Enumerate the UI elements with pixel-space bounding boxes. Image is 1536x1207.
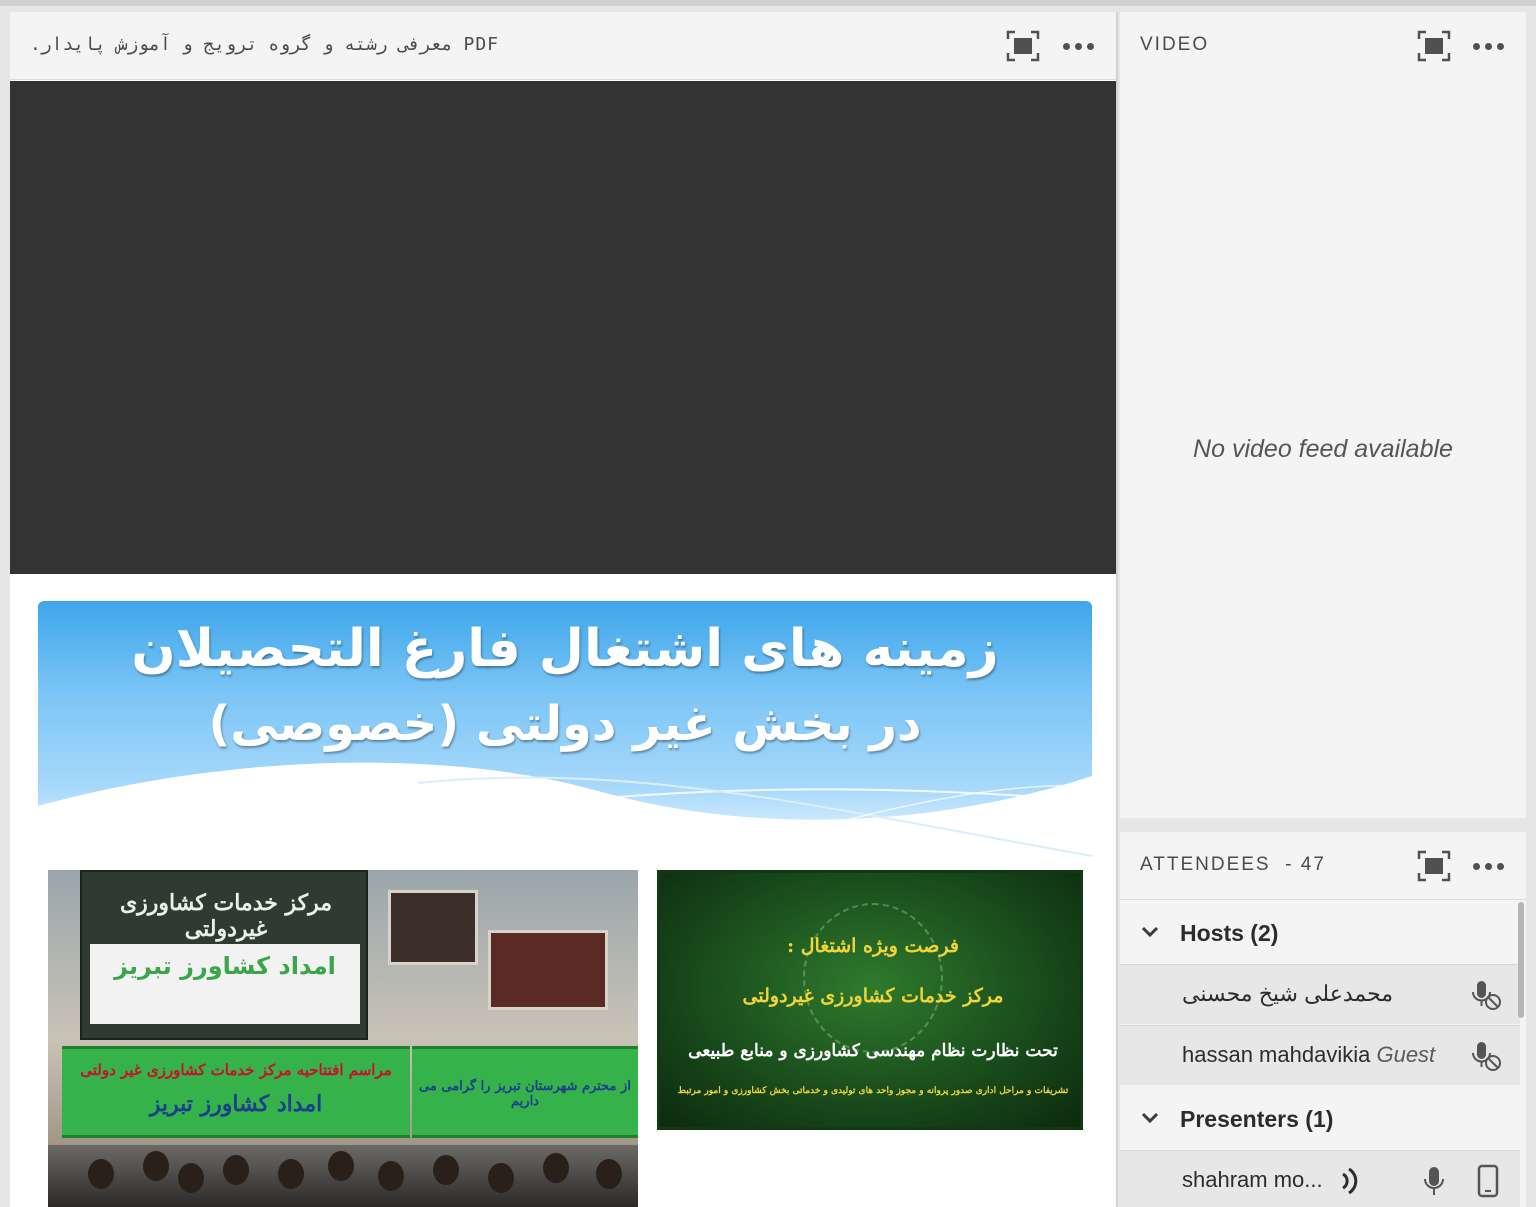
attendee-role: Guest — [1376, 1042, 1436, 1067]
video-fullscreen-button[interactable] — [1414, 26, 1454, 66]
attendee-row[interactable]: shahram mo... — [1120, 1150, 1520, 1207]
window-top-edge — [0, 0, 1536, 6]
building-sign-title: مرکز خدمات کشاورزی غیردولتی — [119, 890, 333, 942]
slide-photo-building: مرکز خدمات کشاورزی غیردولتی امداد کشاورز… — [48, 870, 638, 1207]
attendee-name: hassan mahdavikia Guest — [1182, 1042, 1435, 1068]
video-pod-menu-button[interactable] — [1468, 26, 1508, 66]
attendees-title-label: ATTENDEES — [1140, 854, 1271, 875]
share-pod-menu-button[interactable] — [1058, 26, 1098, 66]
video-pod-title: VIDEO — [1140, 34, 1210, 55]
attendees-pod-menu-button[interactable] — [1468, 846, 1508, 886]
no-video-message: No video feed available — [1193, 435, 1453, 463]
pod-divider[interactable] — [1116, 12, 1118, 1207]
building-sign-panel: امداد کشاورز تبریز — [90, 944, 360, 1024]
attendee-name: محمدعلی شیخ محسنی — [1182, 981, 1394, 1006]
poster-line2: مرکز خدمات کشاورزی غیردولتی — [742, 985, 1004, 1007]
fullscreen-button[interactable] — [1003, 26, 1043, 66]
more-options-icon — [1062, 42, 1094, 50]
speaking-indicator-icon — [1334, 1163, 1370, 1199]
attendees-count: - 47 — [1285, 854, 1326, 875]
share-pod-header: .معرفی رشته و گروه ترویج و آموزش پایدار … — [10, 12, 1116, 80]
attendee-row[interactable]: hassan mahdavikia Guest — [1120, 1025, 1520, 1085]
attendees-pod-header: ATTENDEES - 47 — [1120, 832, 1526, 900]
mic-disabled-icon[interactable] — [1468, 1038, 1504, 1074]
poster-line1: فرصت ویژه اشتغال : — [787, 935, 959, 957]
poster-line3: تحت نظارت نظام مهندسی کشاورزی و منابع طب… — [688, 1041, 1058, 1061]
more-options-icon — [1472, 42, 1504, 50]
fullscreen-icon — [1417, 30, 1451, 62]
attendees-pod: ATTENDEES - 47 Hosts (2) محمدعلی شیخ محس… — [1120, 832, 1526, 1207]
opening-banner: مراسم افتتاحیه مرکز خدمات کشاورزی غیر دو… — [62, 1046, 410, 1138]
chevron-down-icon — [1141, 926, 1159, 938]
building-sign-subtitle: امداد کشاورز تبریز — [114, 952, 336, 980]
fullscreen-icon — [1006, 30, 1040, 62]
group-hosts-header[interactable]: Hosts (2) — [1120, 902, 1520, 964]
crowd — [48, 1145, 638, 1207]
mic-icon[interactable] — [1416, 1163, 1452, 1199]
opening-banner-subtext: امداد کشاورز تبریز — [149, 1091, 323, 1117]
share-pod: .معرفی رشته و گروه ترویج و آموزش پایدار … — [10, 12, 1116, 1207]
slide-title-line2: در بخش غیر دولتی (خصوصی) — [208, 696, 922, 752]
building-window — [388, 890, 478, 965]
share-pod-title: .معرفی رشته و گروه ترویج و آموزش پایدار … — [30, 34, 500, 55]
group-presenters-header[interactable]: Presenters (1) — [1120, 1088, 1520, 1150]
slide-title-banner: زمینه های اشتغال فارغ التحصیلان در بخش غ… — [38, 601, 1092, 869]
welcome-banner-text: از محترم شهرستان تبریز را گرامی می داریم — [419, 1079, 631, 1109]
more-options-icon — [1472, 862, 1504, 870]
opening-banner-text: مراسم افتتاحیه مرکز خدمات کشاورزی غیر دو… — [80, 1061, 392, 1079]
slide-poster-green: فرصت ویژه اشتغال : مرکز خدمات کشاورزی غی… — [657, 870, 1083, 1130]
attendee-name: shahram mo... — [1182, 1167, 1323, 1192]
mic-disabled-icon[interactable] — [1468, 977, 1504, 1013]
fullscreen-icon — [1417, 850, 1451, 882]
attendee-name-text: hassan mahdavikia — [1182, 1042, 1371, 1067]
document-viewer-background — [10, 81, 1116, 574]
mobile-device-icon — [1470, 1163, 1506, 1199]
attendees-fullscreen-button[interactable] — [1414, 846, 1454, 886]
group-presenters-label: Presenters (1) — [1180, 1106, 1334, 1132]
emblem-wreath — [803, 903, 943, 1053]
pdf-slide: زمینه های اشتغال فارغ التحصیلان در بخش غ… — [10, 574, 1116, 1207]
attendees-scrollbar[interactable] — [1518, 902, 1524, 1018]
building-sign: مرکز خدمات کشاورزی غیردولتی امداد کشاورز… — [80, 870, 368, 1040]
video-pod: VIDEO No video feed available — [1120, 12, 1526, 818]
slide-title-line1: زمینه های اشتغال فارغ التحصیلان — [131, 619, 999, 679]
building-window — [488, 930, 608, 1010]
chevron-down-icon — [1141, 1112, 1159, 1124]
attendee-row[interactable]: محمدعلی شیخ محسنی — [1120, 964, 1520, 1024]
poster-line4: تشریفات و مراحل اداری صدور پروانه و مجوز… — [677, 1086, 1069, 1096]
welcome-banner: از محترم شهرستان تبریز را گرامی می داریم — [412, 1046, 638, 1138]
group-hosts-label: Hosts (2) — [1180, 920, 1279, 946]
attendees-pod-title: ATTENDEES - 47 — [1140, 854, 1326, 876]
